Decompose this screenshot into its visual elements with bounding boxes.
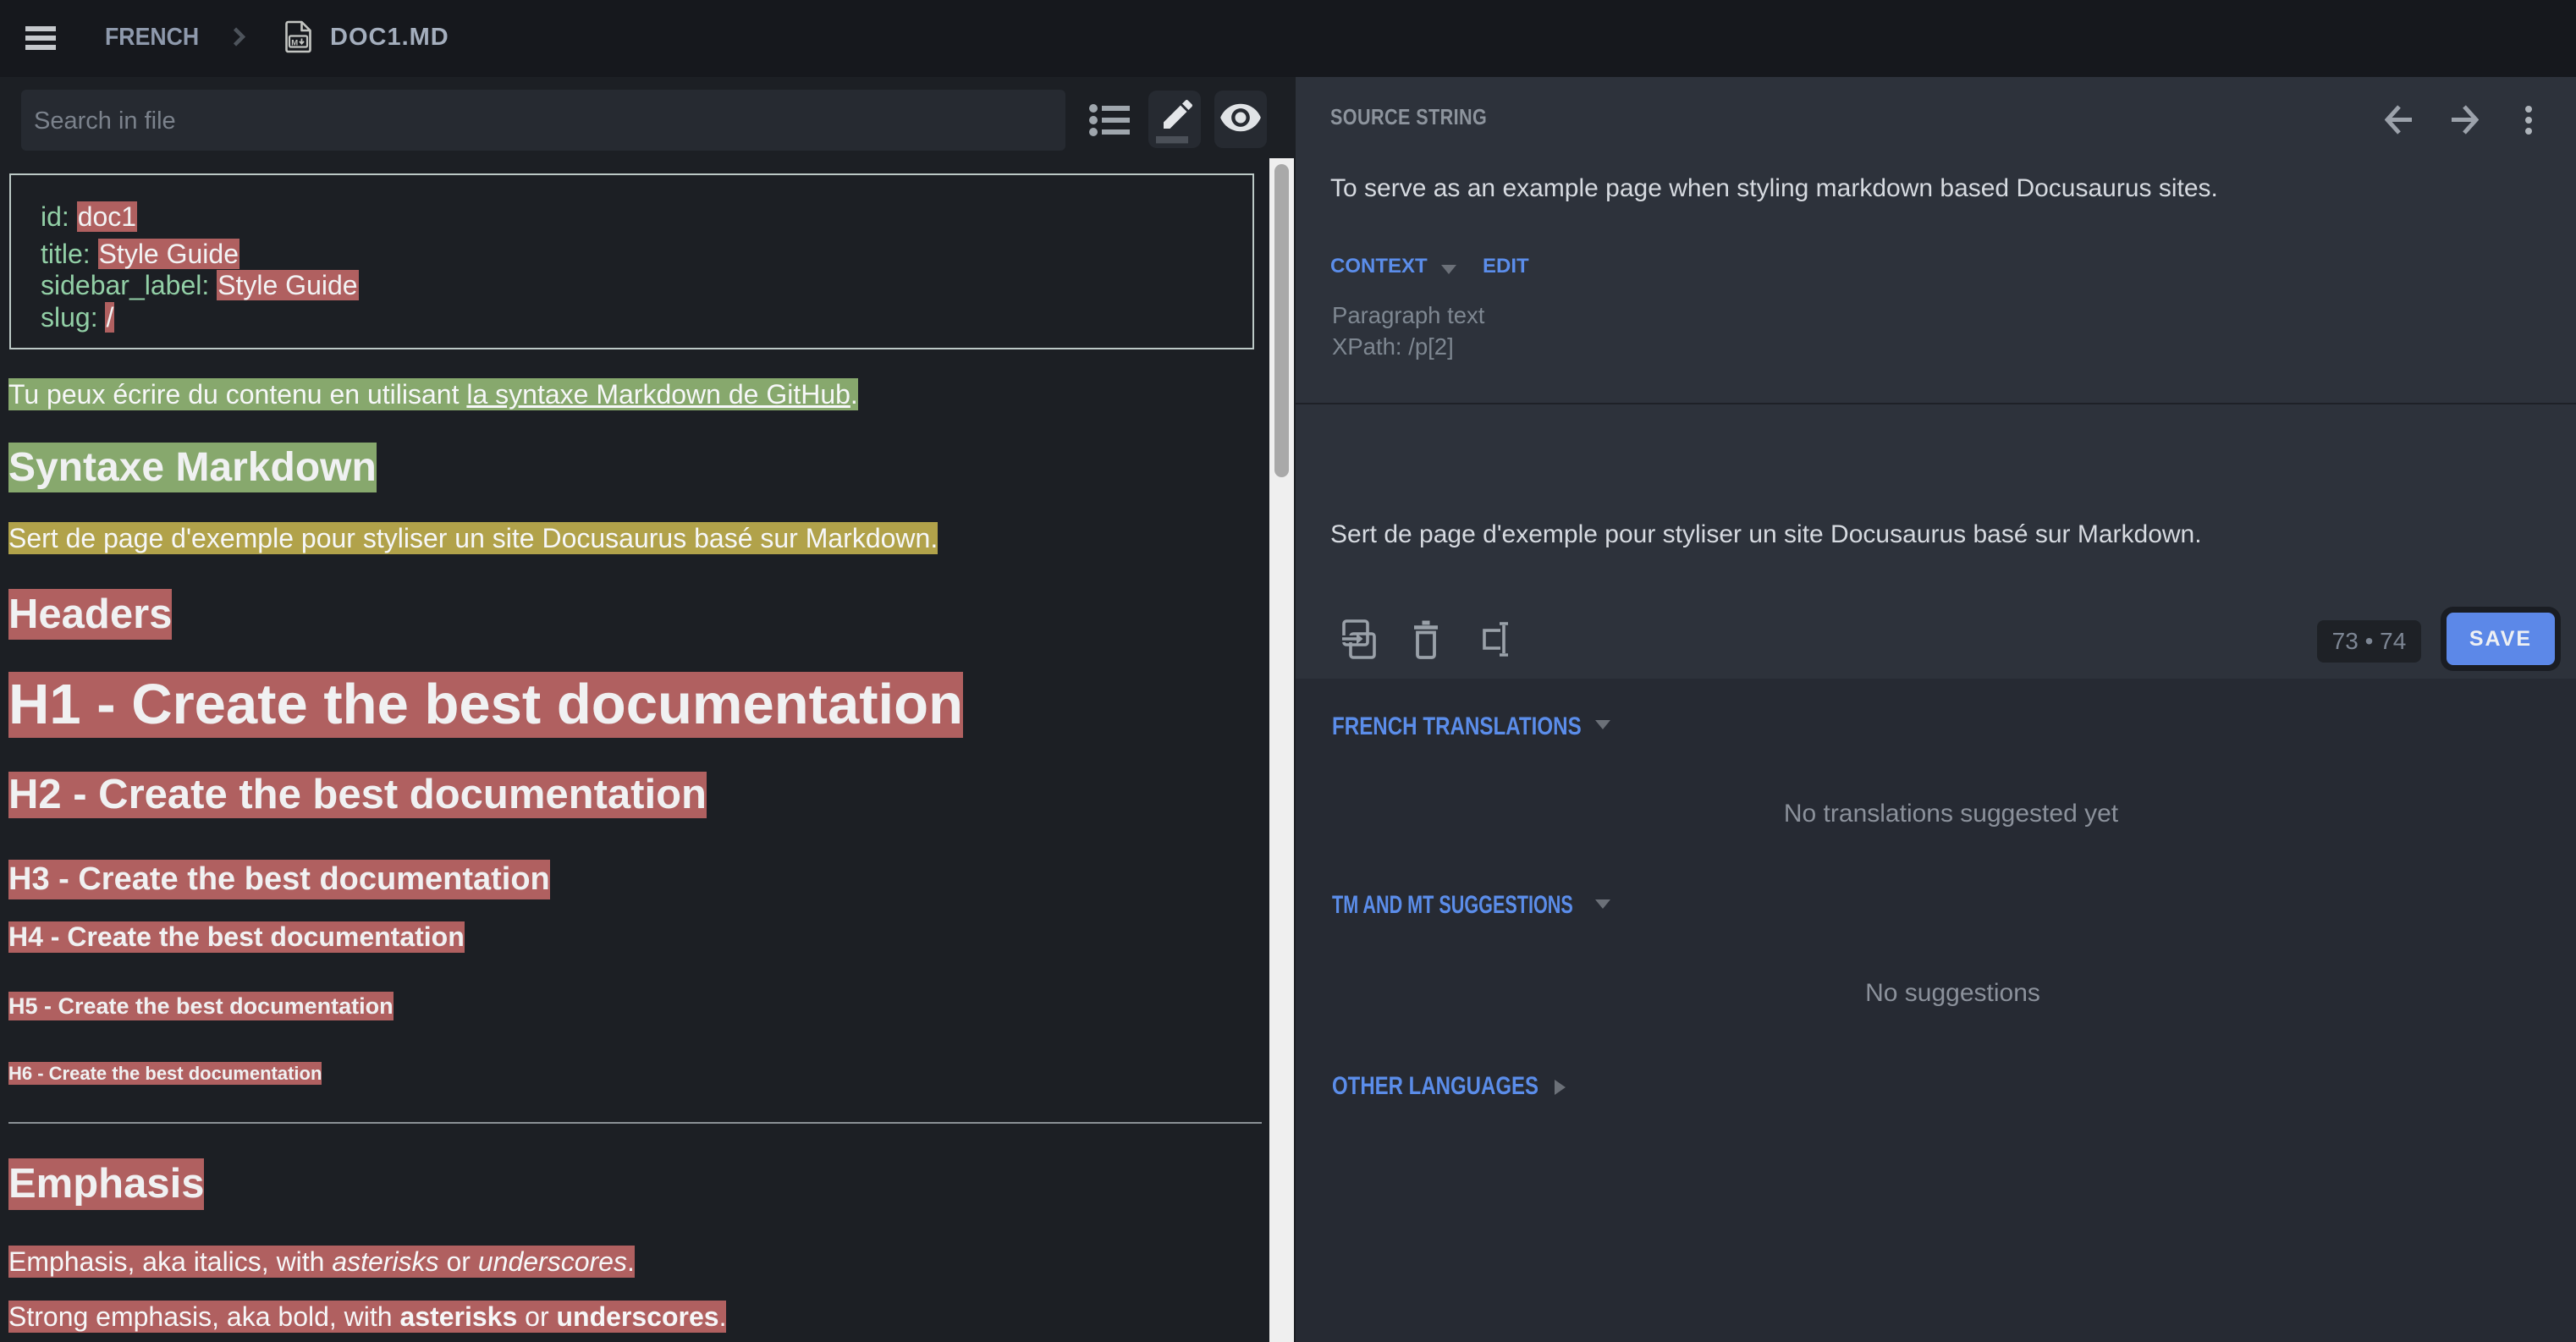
svg-text:M: M xyxy=(291,38,298,47)
